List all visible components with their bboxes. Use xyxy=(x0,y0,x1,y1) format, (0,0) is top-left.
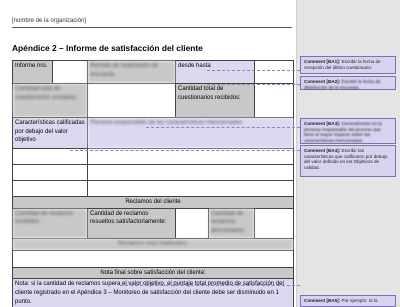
reclamos-descartados-value-cell[interactable] xyxy=(254,207,295,239)
header-divider xyxy=(12,27,292,28)
comment-label: Comment [BA1]: xyxy=(304,59,341,64)
nota-final-header: Nota final sobre satisfacción del client… xyxy=(11,266,295,280)
reclamos-header: Reclamos del cliente xyxy=(11,196,295,209)
comment-label: Comment [BA3]: xyxy=(304,121,341,126)
comment-connector xyxy=(120,285,300,286)
empty-cell[interactable] xyxy=(86,180,295,197)
enviados-value-cell[interactable] xyxy=(87,83,176,118)
nota-text: Nota: si la cantidad de reclamos supera … xyxy=(11,278,295,307)
table-row: Reclamos más habituales: xyxy=(11,237,295,251)
comment-connector xyxy=(207,84,300,85)
comment-connector xyxy=(146,127,300,128)
comment-label: Comment [BA5]: xyxy=(304,298,341,303)
document-title: Apéndice 2 – Informe de satisfacción del… xyxy=(12,43,203,53)
informe-label: Informe nro. xyxy=(12,60,53,84)
empty-cell[interactable] xyxy=(12,164,88,181)
comment-ba4[interactable]: Comment [BA4]: Escribir las característi… xyxy=(300,145,396,177)
comment-connector xyxy=(70,150,300,151)
reclamos-habituales-label: Reclamos más habituales: xyxy=(11,237,295,251)
empty-cell[interactable] xyxy=(12,180,88,197)
satisfaction-report-table: Informe nro. Período de realización de e… xyxy=(11,60,295,307)
reclamos-resueltos-label: Cantidad de reclamos resueltos satisfact… xyxy=(87,207,176,239)
caracteristicas-label: Características calificadas por debajo d… xyxy=(12,117,88,149)
comment-text: Por ejemplo: Si la xyxy=(341,298,378,303)
comment-label: Comment [BA4]: xyxy=(304,148,341,153)
reclamos-resueltos-value-cell[interactable] xyxy=(175,207,209,239)
table-row xyxy=(11,249,295,268)
table-row xyxy=(12,180,295,197)
desde-hasta-field[interactable]: desde hasta xyxy=(174,60,256,84)
organization-placeholder: [nombre de la organización] xyxy=(12,18,87,24)
table-row: Informe nro. Período de realización de e… xyxy=(12,60,295,84)
periodo-value-cell[interactable] xyxy=(254,60,295,84)
comment-ba5[interactable]: Comment [BA5]: Por ejemplo: Si la xyxy=(300,295,396,307)
recibidos-label: Cantidad total de cuestionarios recibido… xyxy=(174,83,256,118)
empty-cell[interactable] xyxy=(86,164,295,181)
document-page: [nombre de la organización] Apéndice 2 –… xyxy=(0,0,296,307)
empty-cell[interactable] xyxy=(11,249,295,268)
table-row: Cantidad total de cuestionarios enviados… xyxy=(12,83,295,118)
table-row xyxy=(12,164,295,181)
table-row: Reclamos del cliente xyxy=(11,196,295,209)
enviados-label: Cantidad total de cuestionarios enviados… xyxy=(12,83,88,118)
comment-ba2[interactable]: Comment [BA2]: Escribir la fecha de dist… xyxy=(300,76,396,90)
comment-connector xyxy=(207,70,300,71)
persona-responsable-label: Persona responsable de las característic… xyxy=(86,117,295,149)
comment-ba3[interactable]: Comment [BA3]: Generalmente es la person… xyxy=(300,118,396,144)
table-row: Nota: si la cantidad de reclamos supera … xyxy=(11,278,295,307)
comment-label: Comment [BA2]: xyxy=(304,79,341,84)
reclamos-recibidos-label: Cantidad de reclamos recibidos: xyxy=(12,207,88,239)
periodo-label: Período de realización de encuesta xyxy=(87,60,176,84)
table-row: Nota final sobre satisfacción del client… xyxy=(11,266,295,280)
recibidos-value-cell[interactable] xyxy=(254,83,295,118)
informe-value-cell[interactable] xyxy=(52,60,88,84)
reclamos-descartados-label: Cantidad de reclamos descartados: xyxy=(207,207,256,239)
table-row: Características calificadas por debajo d… xyxy=(12,117,295,149)
comment-ba1[interactable]: Comment [BA1]: Escribir la fecha de rece… xyxy=(300,56,396,74)
table-row: Cantidad de reclamos recibidos: Cantidad… xyxy=(12,207,295,239)
